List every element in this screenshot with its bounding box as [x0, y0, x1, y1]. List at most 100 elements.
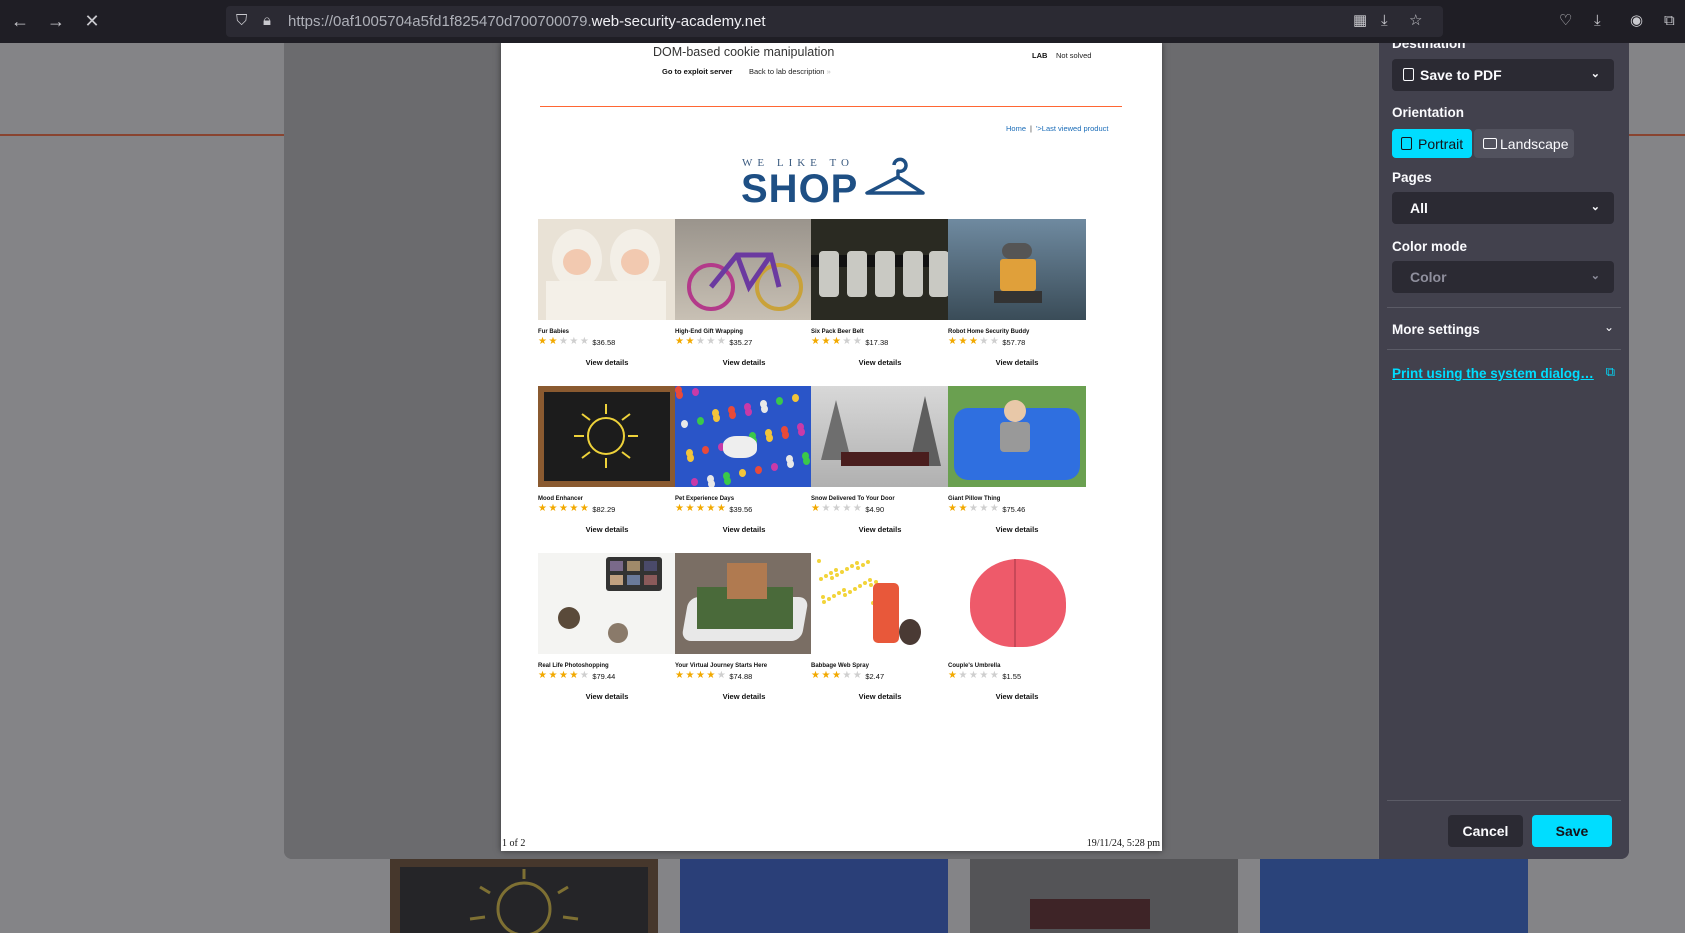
star-icon: ★	[538, 336, 547, 347]
save-button[interactable]: Save	[1532, 815, 1612, 847]
star-icon: ★	[706, 670, 716, 681]
star-icon: ★	[569, 670, 579, 681]
product-card: Real Life Photoshopping ★ ★ ★ ★ ★ $79.44 View d…	[538, 553, 676, 701]
address-bar[interactable]: ⛉ 🔒︎ https://0af1005704a5fd1f825470d7007…	[226, 6, 1443, 37]
star-icon: ★	[675, 670, 684, 681]
destination-value: Save to PDF	[1420, 67, 1502, 83]
portrait-button[interactable]: Portrait	[1392, 129, 1472, 158]
lock-icon[interactable]: 🔒︎	[263, 12, 271, 30]
star-icon: ★	[958, 670, 968, 681]
product-name: Snow Delivered To Your Door	[811, 496, 895, 502]
color-mode-label: Color mode	[1392, 239, 1468, 254]
chevron-down-icon[interactable]: ⌄	[1604, 320, 1614, 334]
nav-separator: |	[1030, 124, 1032, 133]
account-icon[interactable]: ◉	[1630, 12, 1643, 30]
star-icon: ★	[968, 503, 978, 514]
chevron-down-icon: ⌄	[1590, 201, 1600, 213]
star-icon: ★	[558, 670, 568, 681]
star-icon: ★	[948, 503, 957, 514]
star-icon: ★	[821, 336, 831, 347]
print-preview-area: DOM-based cookie manipulation Go to expl…	[284, 43, 1378, 859]
star-icon: ★	[821, 503, 831, 514]
landscape-button[interactable]: Landscape	[1474, 129, 1574, 158]
extensions-icon[interactable]: ⧉	[1664, 12, 1675, 30]
product-card: Fur Babies ★ ★ ★ ★ ★ $36.58 View details	[538, 219, 676, 367]
product-rating: ★ ★ ★ ★ ★ $75.46	[948, 504, 1086, 514]
lab-status: Not solved	[1056, 51, 1092, 60]
star-icon: ★	[579, 503, 589, 514]
exploit-server-link: Go to exploit server	[662, 67, 733, 76]
view-details-link: View details	[858, 358, 902, 367]
external-link-icon[interactable]: ⧉	[1606, 364, 1615, 380]
product-name: Babbage Web Spray	[811, 663, 869, 669]
star-icon: ★	[706, 336, 716, 347]
product-image	[538, 386, 676, 487]
stop-loading-icon[interactable]: ✕	[79, 8, 105, 34]
back-arrow-icon[interactable]: ←	[7, 8, 33, 34]
star-icon: ★	[706, 503, 716, 514]
cancel-button[interactable]: Cancel	[1448, 815, 1523, 847]
star-icon: ★	[716, 670, 726, 681]
star-icon: ★	[548, 336, 558, 347]
product-card: Your Virtual Journey Starts Here ★ ★ ★ ★ ★ $74…	[675, 553, 813, 701]
page-action-icon[interactable]: ⤓	[1381, 12, 1388, 30]
qr-code-icon[interactable]: ▦	[1353, 12, 1367, 30]
view-details-link: View details	[722, 525, 766, 534]
product-card: Mood Enhancer ★ ★ ★ ★ ★ $82.29 View details	[538, 386, 676, 534]
landscape-icon	[1483, 138, 1497, 149]
product-name: Real Life Photoshopping	[538, 663, 609, 669]
browser-toolbar: ← → ✕ ⛉ 🔒︎ https://0af1005704a5fd1f82547…	[0, 0, 1685, 43]
pages-select[interactable]: All ⌄	[1392, 192, 1614, 224]
lab-title: DOM-based cookie manipulation	[653, 45, 835, 59]
product-card: Babbage Web Spray ★ ★ ★ ★ ★ $2.47 View details	[811, 553, 949, 701]
star-icon: ★	[852, 503, 862, 514]
destination-select[interactable]: Save to PDF ⌄	[1392, 59, 1614, 91]
product-name: Your Virtual Journey Starts Here	[675, 663, 768, 669]
star-icon: ★	[842, 336, 852, 347]
product-rating: ★ ★ ★ ★ ★ $2.47	[811, 671, 949, 681]
product-rating: ★ ★ ★ ★ ★ $79.44	[538, 671, 676, 681]
product-name: Robot Home Security Buddy	[948, 329, 1030, 335]
download-icon[interactable]: ⤓	[1594, 12, 1601, 30]
file-icon	[1403, 68, 1414, 81]
view-details-link: View details	[995, 358, 1039, 367]
star-icon: ★	[811, 670, 820, 681]
system-dialog-link[interactable]: Print using the system dialog…	[1392, 366, 1594, 381]
product-card: High-End Gift Wrapping ★ ★ ★ ★ ★ $35.27 View de…	[675, 219, 813, 367]
header-divider	[540, 106, 1122, 107]
forward-arrow-icon[interactable]: →	[43, 8, 69, 34]
star-icon: ★	[716, 503, 726, 514]
product-rating: ★ ★ ★ ★ ★ $82.29	[538, 504, 676, 514]
shield-icon[interactable]: ⛉	[236, 12, 247, 30]
star-icon: ★	[685, 503, 695, 514]
star-icon: ★	[811, 503, 820, 514]
product-image	[811, 219, 949, 320]
product-rating: ★ ★ ★ ★ ★ $57.78	[948, 337, 1086, 347]
product-price: $17.38	[865, 337, 889, 347]
star-icon: ★	[685, 670, 695, 681]
url-text[interactable]: https://0af1005704a5fd1f825470d700700079…	[288, 13, 766, 30]
nav-home-link: Home	[1006, 124, 1027, 133]
star-icon: ★	[695, 336, 705, 347]
star-icon: ★	[579, 670, 589, 681]
star-icon: ★	[548, 670, 558, 681]
pocket-icon[interactable]: ♡	[1559, 12, 1572, 30]
chevron-down-icon: ⌄	[1590, 68, 1600, 80]
star-icon: ★	[968, 670, 978, 681]
star-icon: ★	[842, 670, 852, 681]
view-details-link: View details	[585, 525, 629, 534]
star-icon: ★	[695, 670, 705, 681]
star-icon: ★	[979, 336, 989, 347]
more-settings-toggle[interactable]: More settings	[1392, 322, 1480, 337]
landscape-label: Landscape	[1500, 135, 1569, 152]
star-icon: ★	[685, 336, 695, 347]
settings-divider	[1387, 307, 1621, 308]
product-image	[811, 553, 949, 654]
product-card: Couple's Umbrella ★ ★ ★ ★ ★ $1.55 View details	[948, 553, 1086, 701]
star-icon: ★	[948, 670, 957, 681]
star-icon: ★	[716, 336, 726, 347]
product-image	[811, 386, 949, 487]
view-details-link: View details	[722, 692, 766, 701]
bookmark-star-icon[interactable]: ☆	[1409, 12, 1422, 30]
star-icon: ★	[558, 503, 568, 514]
